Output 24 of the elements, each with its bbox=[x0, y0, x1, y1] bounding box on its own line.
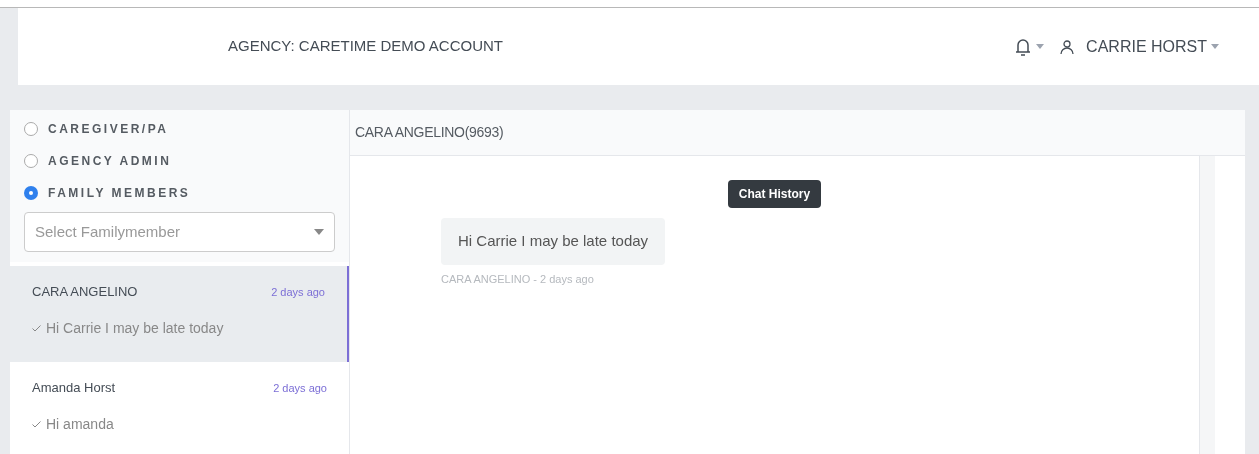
chat-title: CARA ANGELINO(9693) bbox=[355, 123, 504, 142]
notifications-button[interactable] bbox=[1014, 36, 1045, 57]
user-menu-button[interactable]: CARRIE HORST bbox=[1086, 34, 1219, 59]
message-preview: Hi amanda bbox=[46, 414, 114, 434]
caret-icon bbox=[1036, 44, 1045, 49]
check-icon bbox=[32, 420, 41, 428]
bell-icon bbox=[1014, 36, 1033, 57]
role-radio[interactable]: AGENCY ADMIN bbox=[24, 152, 335, 170]
contact-name: CARA ANGELINO bbox=[32, 283, 138, 301]
message-preview: Hi Carrie I may be late today bbox=[46, 318, 224, 338]
user-icon bbox=[1060, 38, 1075, 55]
message-time: 2 days ago bbox=[273, 380, 327, 396]
role-radio[interactable]: CAREGIVER/PA bbox=[24, 120, 335, 138]
caret-icon bbox=[314, 229, 324, 235]
role-radio[interactable]: FAMILY MEMBERS bbox=[24, 184, 335, 202]
conversation-item[interactable]: CARA ANGELINO 2 days ago Hi Carrie I may be late today bbox=[10, 266, 349, 362]
contact-name: Amanda Horst bbox=[32, 379, 116, 397]
message-bubble: Hi Carrie I may be late today bbox=[441, 218, 666, 265]
chat-history-label: Chat History bbox=[727, 180, 822, 208]
message-meta: CARA ANGELINO - 2 days ago bbox=[441, 271, 594, 287]
agency-title: AGENCY: CARETIME DEMO ACCOUNT bbox=[228, 36, 504, 57]
message-time: 2 days ago bbox=[271, 284, 325, 300]
check-icon bbox=[32, 324, 41, 332]
caret-icon bbox=[1211, 44, 1219, 49]
